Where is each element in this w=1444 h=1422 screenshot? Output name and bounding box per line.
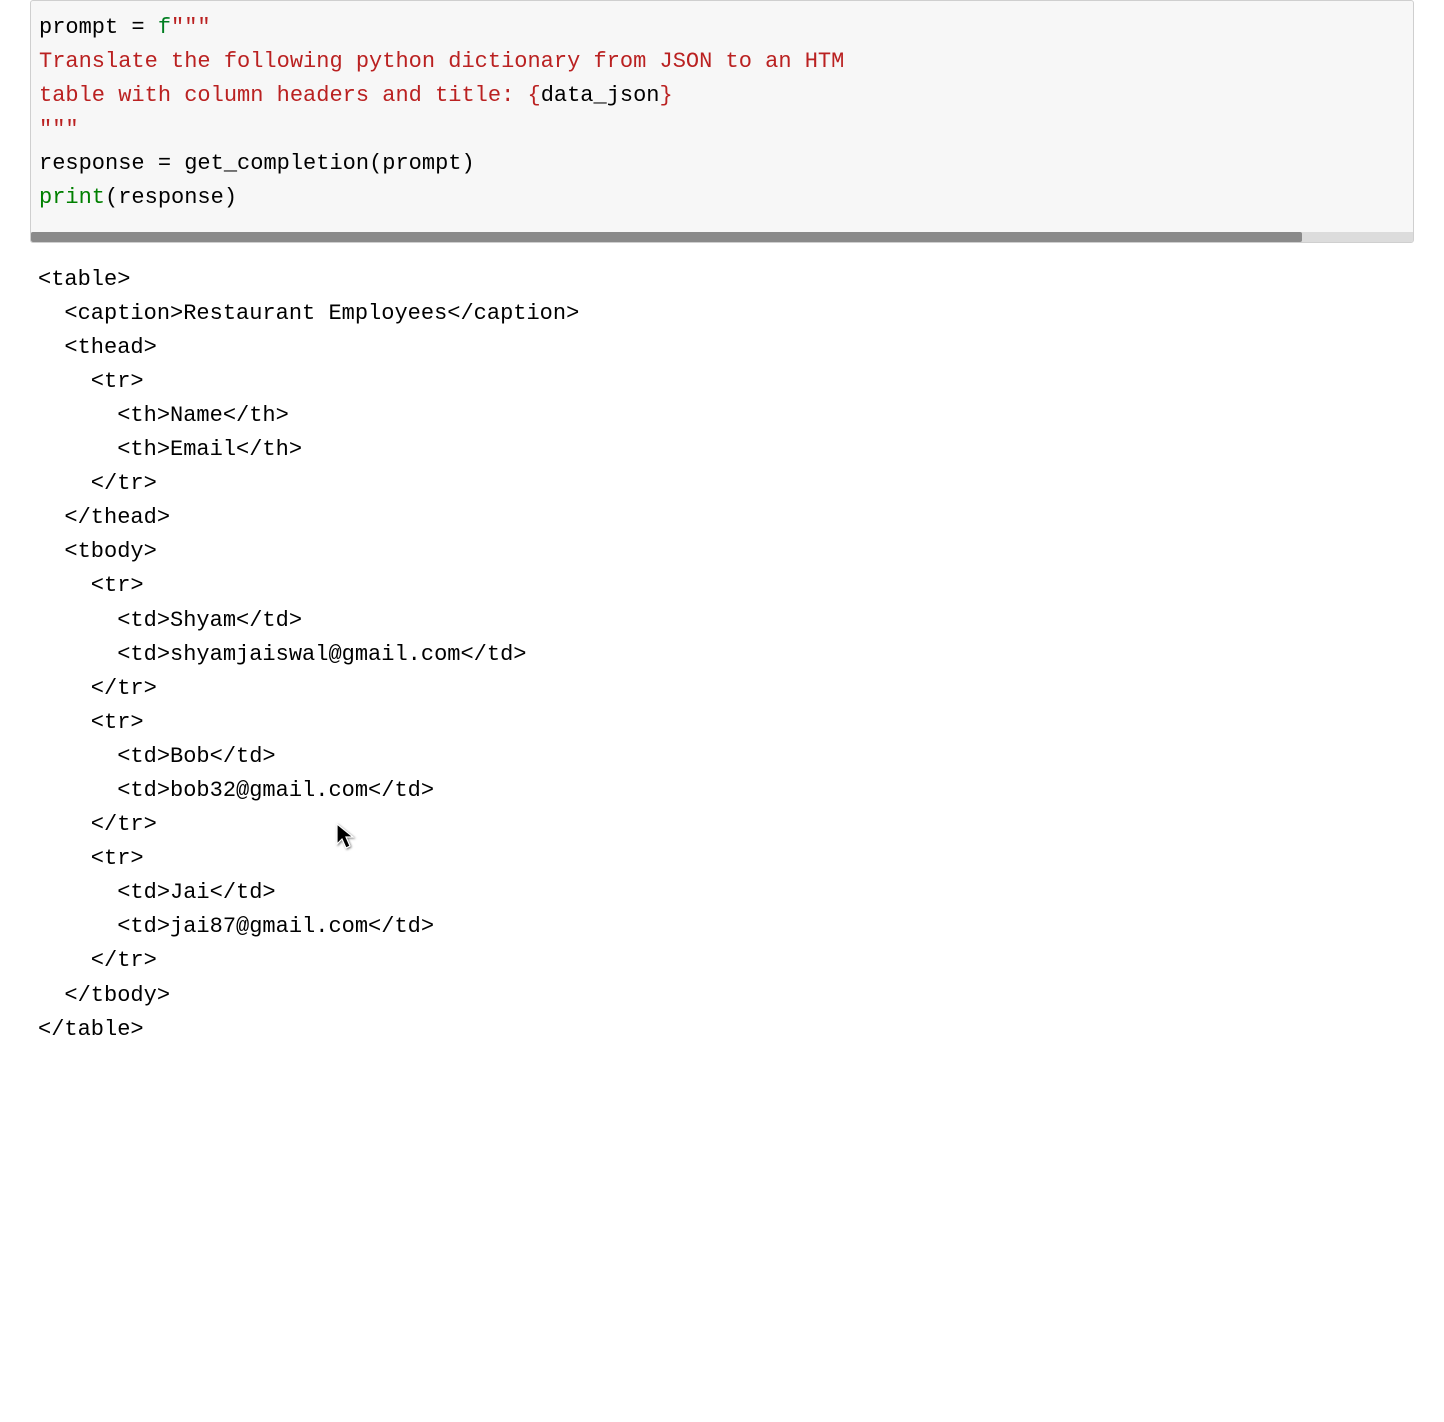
code-token: data_json — [541, 83, 660, 108]
output-line: <td>Shyam</td> — [38, 608, 302, 633]
output-line: </tbody> — [38, 983, 170, 1008]
output-cell: <table> <caption>Restaurant Employees</c… — [0, 243, 1444, 1087]
output-line: <thead> — [38, 335, 157, 360]
horizontal-scrollbar[interactable] — [31, 232, 1413, 242]
output-line: <td>shyamjaiswal@gmail.com</td> — [38, 642, 526, 667]
code-cell[interactable]: prompt = f""" Translate the following py… — [30, 0, 1414, 243]
code-token: get_completion — [184, 151, 369, 176]
code-token: f — [158, 15, 171, 40]
output-line: <caption>Restaurant Employees</caption> — [38, 301, 579, 326]
code-token: response — [39, 151, 145, 176]
output-line: <tr> — [38, 369, 144, 394]
code-token: """ — [171, 15, 211, 40]
output-line: </table> — [38, 1017, 144, 1042]
code-token: prompt — [39, 15, 118, 40]
code-token: = — [145, 151, 185, 176]
code-token: (prompt) — [369, 151, 475, 176]
code-token: (response) — [105, 185, 237, 210]
code-token: } — [660, 83, 673, 108]
output-line: <td>Jai</td> — [38, 880, 276, 905]
output-line: <td>bob32@gmail.com</td> — [38, 778, 434, 803]
output-line: <td>Bob</td> — [38, 744, 276, 769]
scrollbar-thumb[interactable] — [31, 232, 1302, 242]
code-token: table with column headers and title: — [39, 83, 527, 108]
output-line: <tbody> — [38, 539, 157, 564]
code-token: { — [527, 83, 540, 108]
output-line: <tr> — [38, 846, 144, 871]
code-token: = — [118, 15, 158, 40]
output-line: </tr> — [38, 471, 157, 496]
output-line: <table> — [38, 267, 130, 292]
output-line: <tr> — [38, 573, 144, 598]
output-line: <tr> — [38, 710, 144, 735]
output-line: </thead> — [38, 505, 170, 530]
notebook-view: prompt = f""" Translate the following py… — [0, 0, 1444, 1087]
code-token: """ — [39, 117, 79, 142]
output-line: </tr> — [38, 812, 157, 837]
output-line: </tr> — [38, 948, 157, 973]
code-token: Translate the following python dictionar… — [39, 49, 844, 74]
output-line: <th>Email</th> — [38, 437, 302, 462]
output-line: <th>Name</th> — [38, 403, 289, 428]
output-line: </tr> — [38, 676, 157, 701]
code-token: print — [39, 185, 105, 210]
code-cell-editor[interactable]: prompt = f""" Translate the following py… — [31, 1, 1413, 232]
output-line: <td>jai87@gmail.com</td> — [38, 914, 434, 939]
